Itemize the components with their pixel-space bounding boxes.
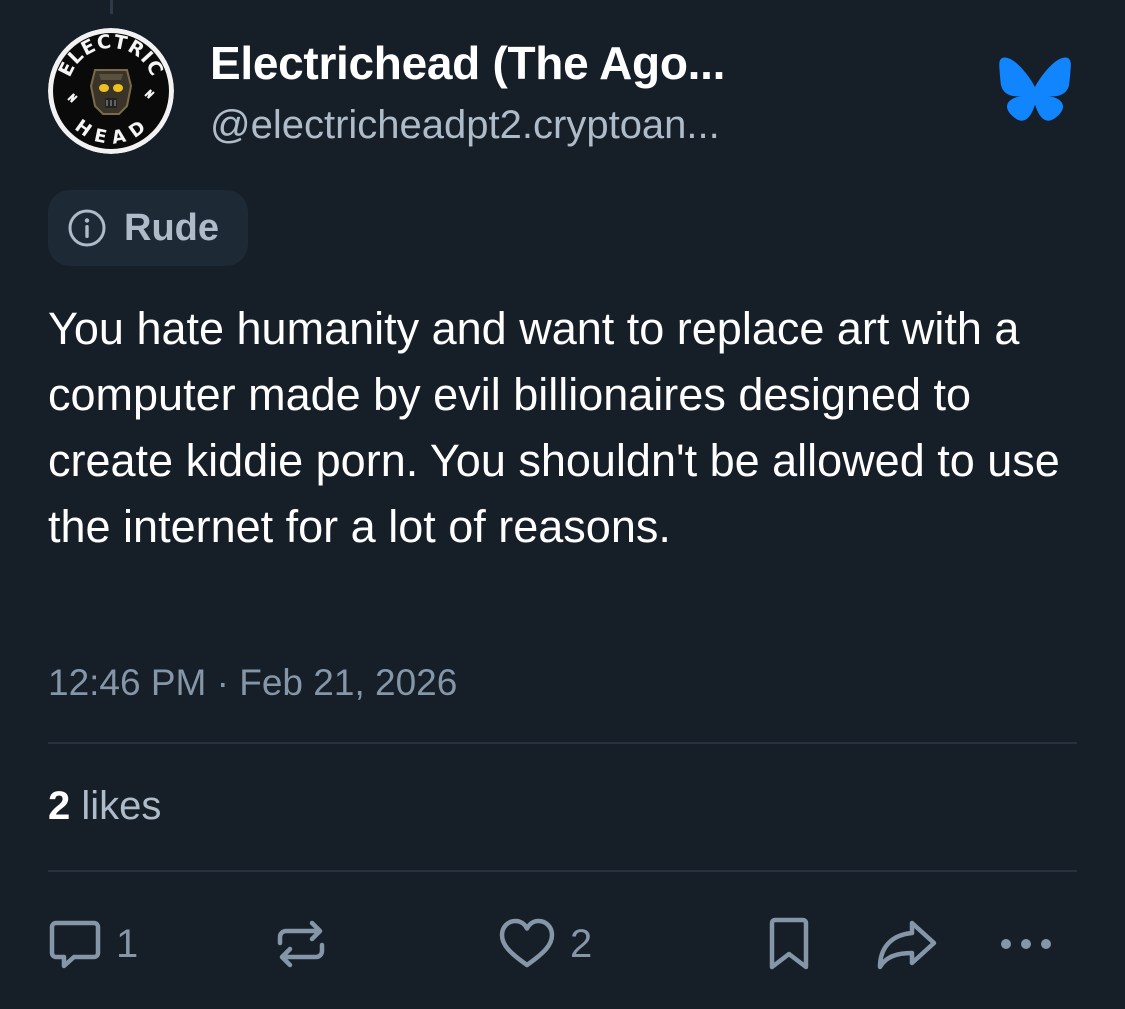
like-button[interactable]: 2: [496, 915, 592, 973]
author-display-name[interactable]: Electrichead (The Ago...: [210, 36, 725, 90]
bookmark-icon: [769, 917, 809, 970]
bookmark-button[interactable]: [764, 915, 814, 973]
bluesky-butterfly-icon: [998, 56, 1072, 122]
heart-icon: [499, 918, 555, 968]
share-arrow-icon: [877, 920, 937, 970]
divider: [48, 870, 1077, 872]
likes-label: likes: [81, 784, 162, 828]
likes-count: 2: [48, 784, 71, 828]
repost-button[interactable]: [272, 915, 330, 973]
post-timestamp[interactable]: 12:46 PM · Feb 21, 2026: [48, 662, 457, 704]
like-count: 2: [570, 921, 593, 966]
divider: [48, 742, 1077, 744]
reply-bubble-icon: [49, 920, 101, 969]
post-text: You hate humanity and want to replace ar…: [48, 303, 1060, 552]
moderation-label-chip[interactable]: Rude: [48, 190, 248, 266]
more-dots-icon: [1001, 939, 1051, 949]
avatar-image: ELECTRIC HEAD: [48, 28, 174, 154]
more-options-button[interactable]: [998, 915, 1058, 973]
author-handle[interactable]: @electricheadpt2.cryptoan...: [210, 103, 720, 148]
likes-stat[interactable]: 2 likes: [48, 784, 161, 829]
share-button[interactable]: [874, 915, 940, 973]
thread-line: [110, 0, 113, 14]
repost-icon: [277, 920, 325, 968]
reply-button[interactable]: 1: [46, 915, 138, 973]
label-text: Rude: [124, 206, 219, 249]
info-icon: [68, 209, 106, 247]
reply-count: 1: [116, 921, 139, 966]
post-detail: ELECTRIC HEAD Electrichead (The Ago... @…: [0, 0, 1125, 1009]
avatar[interactable]: ELECTRIC HEAD: [48, 28, 174, 154]
